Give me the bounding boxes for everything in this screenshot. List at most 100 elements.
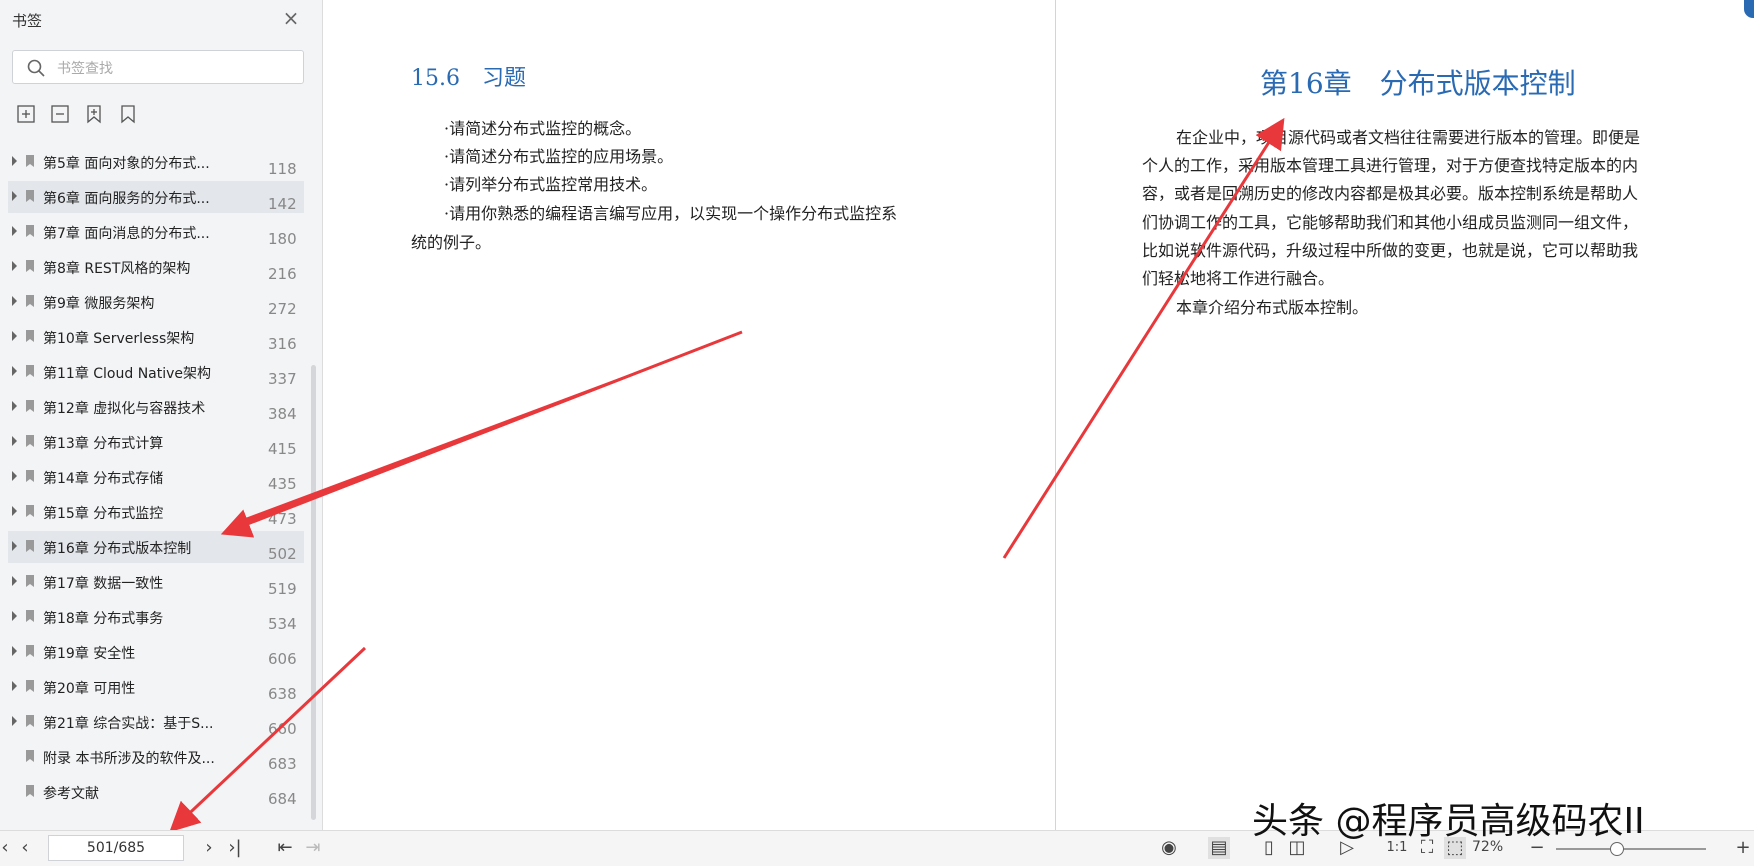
bookmark-label: 第8章 REST风格的架构 bbox=[43, 261, 191, 277]
bookmark-icon[interactable] bbox=[118, 104, 140, 126]
bookmark-item[interactable]: 第5章 面向对象的分布式... 118 bbox=[8, 146, 304, 178]
expand-arrow-icon[interactable] bbox=[12, 541, 17, 551]
expand-arrow-icon[interactable] bbox=[12, 681, 17, 691]
expand-arrow-icon[interactable] bbox=[12, 226, 17, 236]
bookmark-search[interactable] bbox=[12, 50, 304, 84]
bookmark-page: 216 bbox=[268, 265, 297, 283]
bookmark-label: 第13章 分布式计算 bbox=[43, 436, 164, 452]
bookmark-item[interactable]: 第19章 安全性 606 bbox=[8, 636, 304, 668]
page-divider bbox=[1055, 0, 1056, 830]
right-page-line: 们轻松地将工作进行融合。 bbox=[1142, 269, 1335, 288]
bookmark-icon bbox=[26, 575, 34, 587]
bookmark-item[interactable]: 第10章 Serverless架构 316 bbox=[8, 321, 304, 353]
expand-all-icon[interactable] bbox=[16, 104, 38, 126]
bookmark-item[interactable]: 第21章 综合实战：基于S... 660 bbox=[8, 706, 304, 738]
expand-arrow-icon[interactable] bbox=[12, 401, 17, 411]
bookmark-page: 316 bbox=[268, 335, 297, 353]
bookmark-icon bbox=[26, 540, 34, 552]
eye-care-icon[interactable]: ◉ bbox=[1158, 837, 1180, 859]
right-page-line: 们协调工作的工具，它能够帮助我们和其他小组成员监测同一组文件， bbox=[1142, 213, 1639, 232]
left-page-line: ·请简述分布式监控的概念。 bbox=[444, 119, 642, 138]
bookmark-item[interactable]: 第12章 虚拟化与容器技术 384 bbox=[8, 391, 304, 423]
bookmark-page: 272 bbox=[268, 300, 297, 318]
bookmark-label: 第11章 Cloud Native架构 bbox=[43, 366, 212, 382]
right-page-line: 个人的工作，采用版本管理工具进行管理，对于方便查找特定版本的内 bbox=[1142, 156, 1639, 175]
continuous-scroll-icon[interactable]: ▤ bbox=[1208, 837, 1230, 859]
bookmark-item[interactable]: 第11章 Cloud Native架构 337 bbox=[8, 356, 304, 388]
expand-arrow-icon[interactable] bbox=[12, 576, 17, 586]
bookmark-page: 683 bbox=[268, 755, 297, 773]
bookmark-label: 第5章 面向对象的分布式... bbox=[43, 156, 210, 172]
bookmark-label: 参考文献 bbox=[43, 786, 99, 802]
bookmark-label: 附录 本书所涉及的软件及... bbox=[43, 751, 215, 767]
last-page-icon[interactable]: ›| bbox=[224, 837, 246, 859]
bookmark-page: 384 bbox=[268, 405, 297, 423]
left-page-line: ·请简述分布式监控的应用场景。 bbox=[444, 147, 674, 166]
bookmark-item[interactable]: 第18章 分布式事务 534 bbox=[8, 601, 304, 633]
prev-page-icon[interactable]: ‹ bbox=[14, 837, 36, 859]
zoom-slider-handle[interactable] bbox=[1610, 842, 1624, 856]
zoom-slider[interactable] bbox=[1556, 848, 1706, 850]
bookmark-page: 473 bbox=[268, 510, 297, 528]
search-icon bbox=[27, 59, 45, 77]
next-page-icon[interactable]: › bbox=[198, 837, 220, 859]
expand-arrow-icon[interactable] bbox=[12, 296, 17, 306]
expand-arrow-icon[interactable] bbox=[12, 506, 17, 516]
bookmark-search-input[interactable] bbox=[55, 57, 289, 81]
collapse-all-icon[interactable] bbox=[50, 104, 72, 126]
expand-arrow-icon[interactable] bbox=[12, 611, 17, 621]
bookmark-item[interactable]: 第14章 分布式存储 435 bbox=[8, 461, 304, 493]
expand-arrow-icon[interactable] bbox=[12, 191, 17, 201]
bookmark-page: 684 bbox=[268, 790, 297, 808]
bookmark-icon bbox=[26, 400, 34, 412]
sidebar-scrollbar[interactable] bbox=[311, 365, 316, 820]
bookmark-label: 第16章 分布式版本控制 bbox=[43, 541, 192, 557]
bookmark-page: 606 bbox=[268, 650, 297, 668]
bookmark-icon bbox=[26, 155, 34, 167]
expand-arrow-icon[interactable] bbox=[12, 331, 17, 341]
bookmark-label: 第20章 可用性 bbox=[43, 681, 136, 697]
zoom-in-icon[interactable]: + bbox=[1732, 837, 1754, 859]
expand-arrow-icon[interactable] bbox=[12, 261, 17, 271]
watermark-text: 头条 @程序员高级码农II bbox=[1252, 801, 1645, 842]
right-page-line: 本章介绍分布式版本控制。 bbox=[1176, 298, 1369, 317]
left-page-line: ·请列举分布式监控常用技术。 bbox=[444, 175, 658, 194]
close-icon[interactable]: × bbox=[281, 8, 301, 28]
back-icon[interactable]: ⇤ bbox=[274, 837, 296, 859]
bookmark-label: 第15章 分布式监控 bbox=[43, 506, 164, 522]
bookmark-icon bbox=[26, 610, 34, 622]
bookmark-item[interactable]: 第9章 微服务架构 272 bbox=[8, 286, 304, 318]
bookmark-page: 180 bbox=[268, 230, 297, 248]
right-page-heading: 第16章 分布式版本控制 bbox=[1260, 67, 1576, 100]
bookmark-icon bbox=[26, 225, 34, 237]
right-page-line: 比如说软件源代码，升级过程中所做的变更，也就是说，它可以帮助我 bbox=[1142, 241, 1639, 260]
bookmark-page: 435 bbox=[268, 475, 297, 493]
right-page-line: 容，或者是回溯历史的修改内容都是极其必要。版本控制系统是帮助人 bbox=[1142, 184, 1639, 203]
bookmark-item[interactable]: 附录 本书所涉及的软件及... 683 bbox=[8, 741, 304, 773]
add-bookmark-icon[interactable] bbox=[84, 104, 106, 126]
bookmark-item[interactable]: 参考文献 684 bbox=[8, 776, 304, 808]
expand-arrow-icon[interactable] bbox=[12, 646, 17, 656]
expand-arrow-icon[interactable] bbox=[12, 471, 17, 481]
expand-arrow-icon[interactable] bbox=[12, 436, 17, 446]
bookmark-item[interactable]: 第13章 分布式计算 415 bbox=[8, 426, 304, 458]
bookmark-item[interactable]: 第7章 面向消息的分布式... 180 bbox=[8, 216, 304, 248]
page-number-input[interactable] bbox=[48, 835, 184, 861]
bookmark-item[interactable]: 第17章 数据一致性 519 bbox=[8, 566, 304, 598]
bookmark-page: 660 bbox=[268, 720, 297, 738]
bookmark-item-current[interactable]: 第16章 分布式版本控制 502 bbox=[8, 531, 304, 563]
forward-icon[interactable]: ⇥ bbox=[302, 837, 324, 859]
bookmark-item[interactable]: 第20章 可用性 638 bbox=[8, 671, 304, 703]
bookmark-item[interactable]: 第8章 REST风格的架构 216 bbox=[8, 251, 304, 283]
bookmark-label: 第14章 分布式存储 bbox=[43, 471, 164, 487]
bookmark-sidebar: 书签 × 第5章 面向对象的分布式... 118 第6章 面向服务的分布式... 1… bbox=[0, 0, 323, 830]
expand-arrow-icon[interactable] bbox=[12, 156, 17, 166]
bookmark-item[interactable]: 第6章 面向服务的分布式... 142 bbox=[8, 181, 304, 213]
expand-arrow-icon[interactable] bbox=[12, 716, 17, 726]
sidebar-title: 书签 bbox=[12, 12, 43, 30]
bookmark-label: 第9章 微服务架构 bbox=[43, 296, 155, 312]
expand-arrow-icon[interactable] bbox=[12, 366, 17, 376]
bookmark-icon bbox=[26, 785, 34, 797]
bookmark-page: 337 bbox=[268, 370, 297, 388]
bookmark-item[interactable]: 第15章 分布式监控 473 bbox=[8, 496, 304, 528]
